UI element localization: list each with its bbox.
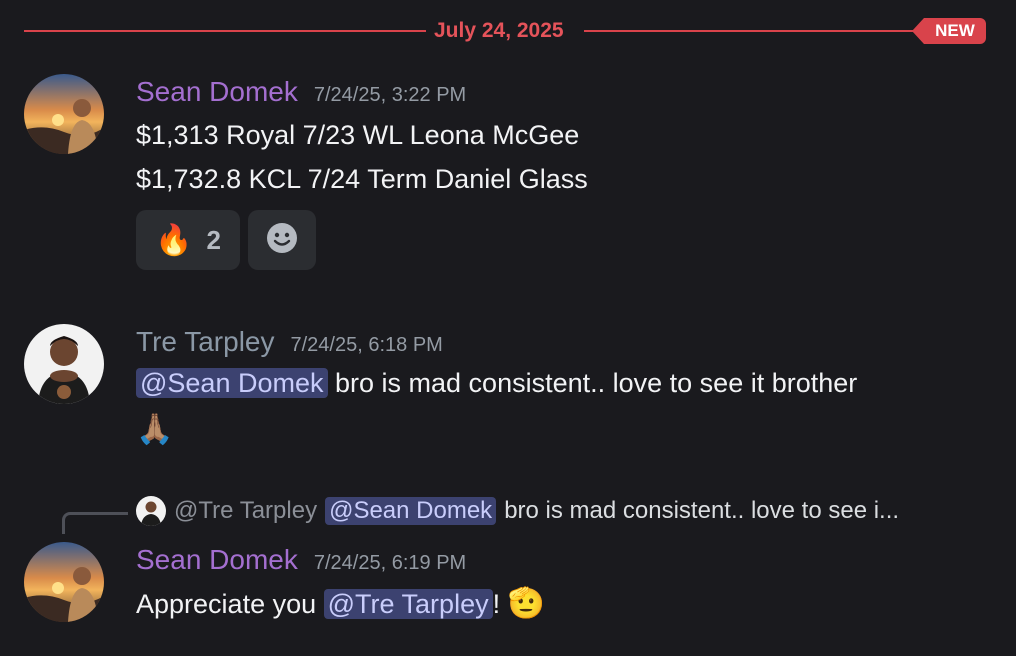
message-text: Appreciate you @Tre Tarpley! 🫡 <box>136 586 545 621</box>
add-reaction-button[interactable] <box>248 210 316 270</box>
username[interactable]: Sean Domek <box>136 76 298 108</box>
reply-connector <box>62 512 128 534</box>
message-body: Appreciate you <box>136 589 324 619</box>
avatar-sean-domek[interactable] <box>24 542 104 622</box>
timestamp[interactable]: 7/24/25, 6:19 PM <box>314 552 466 575</box>
message-line: $1,732.8 KCL 7/24 Term Daniel Glass <box>136 164 588 194</box>
new-badge: NEW <box>912 18 986 44</box>
message-header: Sean Domek 7/24/25, 6:19 PM <box>136 544 466 576</box>
chat-window: July 24, 2025 NEW Sean Domek 7/24/25, 3:… <box>0 0 1016 656</box>
user-mention[interactable]: @Tre Tarpley <box>323 589 493 619</box>
user-mention[interactable]: @Sean Domek <box>136 368 328 398</box>
reaction-fire[interactable]: 🔥 2 <box>136 210 240 270</box>
praying-hands-icon: 🙏🏽 <box>136 413 174 446</box>
timestamp[interactable]: 7/24/25, 6:18 PM <box>291 334 443 357</box>
reply-mention: @Sean Domek <box>325 497 497 525</box>
timestamp[interactable]: 7/24/25, 3:22 PM <box>314 84 466 107</box>
reply-text: bro is mad consistent.. love to see i... <box>504 497 900 524</box>
message-header: Sean Domek 7/24/25, 3:22 PM <box>136 76 466 108</box>
avatar-sean-domek[interactable] <box>24 74 104 154</box>
divider-line-left <box>24 30 426 32</box>
reaction-count: 2 <box>206 224 221 255</box>
fire-icon: 🔥 <box>155 223 193 257</box>
avatar-tre-tarpley[interactable] <box>24 324 104 404</box>
username[interactable]: Tre Tarpley <box>136 326 275 358</box>
message-body-end: ! <box>492 589 501 619</box>
username[interactable]: Sean Domek <box>136 544 298 576</box>
message-line: $1,313 Royal 7/23 WL Leona McGee <box>136 120 580 150</box>
reaction-bar: 🔥 2 <box>136 210 316 270</box>
divider-line-right <box>584 30 926 32</box>
message-header: Tre Tarpley 7/24/25, 6:18 PM <box>136 326 443 358</box>
reply-reference[interactable]: @Tre Tarpley @Sean Domek bro is mad cons… <box>136 496 899 526</box>
message-text: @Sean Domek bro is mad consistent.. love… <box>136 368 857 399</box>
reply-author: @Tre Tarpley <box>174 497 318 524</box>
reply-avatar <box>136 496 166 526</box>
add-reaction-icon <box>265 221 299 260</box>
message-body: bro is mad consistent.. love to see it b… <box>327 368 858 398</box>
saluting-face-icon: 🫡 <box>507 587 545 620</box>
date-divider: July 24, 2025 NEW <box>24 16 986 46</box>
divider-date: July 24, 2025 <box>434 19 564 42</box>
